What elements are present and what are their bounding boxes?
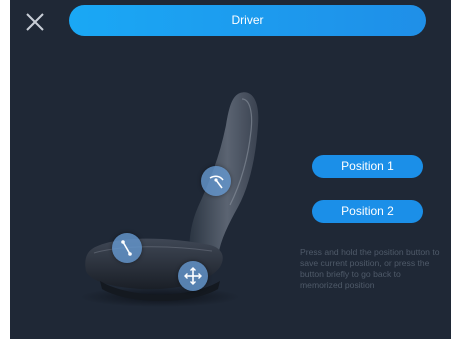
backrest-angle-icon	[209, 175, 224, 189]
position-1-button[interactable]: Position 1	[312, 155, 423, 178]
driver-title-bar[interactable]: Driver	[69, 5, 426, 36]
seat-illustration	[80, 92, 259, 307]
cushion-tilt-button[interactable]	[112, 233, 142, 263]
backrest-adjust-button[interactable]	[201, 166, 231, 196]
move-arrows-icon	[184, 267, 202, 285]
close-icon	[26, 13, 44, 31]
cushion-tilt-icon	[121, 240, 132, 256]
memory-hint-text: Press and hold the position button to sa…	[300, 247, 440, 290]
position-2-button[interactable]: Position 2	[312, 200, 423, 223]
seat-adjust-screen: Driver Position 1 Position 2 Press and h…	[10, 0, 451, 339]
close-button[interactable]	[22, 9, 48, 35]
seat-move-button[interactable]	[178, 261, 208, 291]
